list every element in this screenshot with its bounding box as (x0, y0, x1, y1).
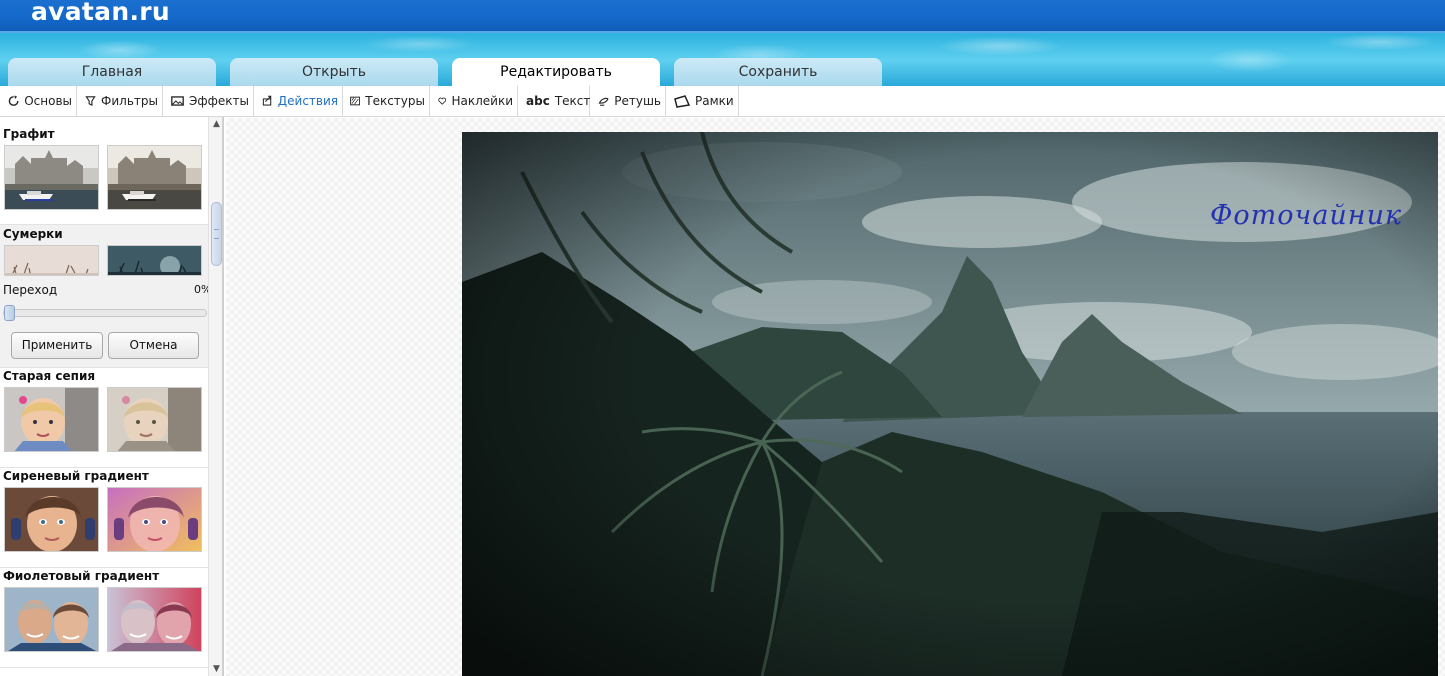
group-title-old-sepia: Старая сепия (3, 369, 96, 383)
group-title-graphite: Графит (3, 127, 55, 141)
effect-thumb-twilight-1[interactable] (4, 245, 99, 276)
effect-thumb-sepia-2[interactable] (107, 387, 202, 452)
tool-retouch[interactable]: Ретушь (594, 86, 666, 116)
group-title-twilight: Сумерки (3, 227, 63, 241)
editor-toolbar: Основы Фильтры Эффекты Действия Текстуры… (0, 86, 1445, 117)
scroll-up-icon[interactable]: ▲ (211, 119, 222, 129)
tool-label: Рамки (695, 94, 734, 108)
effect-thumb-lilac-1[interactable] (4, 487, 99, 552)
tool-textures[interactable]: Текстуры (346, 86, 430, 116)
effect-thumb-graphite-2[interactable] (107, 145, 202, 210)
tool-label: Ретушь (614, 94, 661, 108)
tool-frames[interactable]: Рамки (670, 86, 739, 116)
heart-icon (438, 97, 447, 105)
scroll-thumb[interactable] (211, 202, 222, 266)
tool-label: Эффекты (189, 94, 249, 108)
actions-icon (262, 95, 272, 106)
tool-filters[interactable]: Фильтры (81, 86, 163, 116)
tool-label: Основы (24, 94, 72, 108)
tool-actions[interactable]: Действия (258, 86, 343, 116)
effect-thumb-violet-1[interactable] (4, 587, 99, 652)
header: avatan.ru Главная Открыть Редактировать … (0, 0, 1445, 86)
transition-label: Переход (3, 283, 58, 297)
tool-label: Действия (277, 94, 338, 108)
tool-effects[interactable]: Эффекты (167, 86, 254, 116)
panel-scrollbar[interactable]: ▲ ▼ (208, 117, 222, 676)
scroll-down-icon[interactable]: ▼ (211, 664, 222, 674)
tool-stickers[interactable]: Наклейки (434, 86, 518, 116)
effect-thumb-lilac-2[interactable] (107, 487, 202, 552)
effect-thumb-sepia-1[interactable] (4, 387, 99, 452)
cancel-button[interactable]: Отмена (108, 332, 199, 359)
group-title-violet-gradient: Фиолетовый градиент (3, 569, 160, 583)
effect-thumb-twilight-2[interactable] (107, 245, 202, 276)
tab-edit[interactable]: Редактировать (452, 58, 660, 86)
site-logo[interactable]: avatan.ru (31, 0, 170, 26)
group-title-lilac-gradient: Сиреневый градиент (3, 469, 149, 483)
tab-main[interactable]: Главная (8, 58, 216, 86)
transition-slider-track[interactable] (3, 309, 207, 317)
frame-icon (674, 95, 690, 108)
tool-label: Текст (554, 94, 591, 108)
transition-slider-handle[interactable] (4, 305, 15, 321)
tab-save[interactable]: Сохранить (674, 58, 882, 86)
tab-open[interactable]: Открыть (230, 58, 438, 86)
tool-label: Фильтры (101, 94, 158, 108)
apply-button[interactable]: Применить (11, 332, 103, 359)
texture-icon (350, 96, 361, 106)
tool-text[interactable]: abc Текст (522, 86, 590, 116)
effects-panel: Графит Сумерки Переход 0% Применить Отме… (0, 117, 224, 676)
picture-icon (171, 96, 184, 106)
effect-thumb-graphite-1[interactable] (4, 145, 99, 210)
text-abc-icon: abc (526, 94, 550, 108)
tool-basics[interactable]: Основы (4, 86, 77, 116)
signature-text: Фоточайник (1210, 200, 1403, 231)
tool-label: Наклейки (451, 94, 513, 108)
filter-icon (85, 96, 96, 107)
effect-thumb-violet-2[interactable] (107, 587, 202, 652)
tool-label: Текстуры (365, 94, 425, 108)
retouch-icon (598, 97, 609, 106)
refresh-icon (8, 95, 19, 106)
top-bar: avatan.ru (0, 0, 1445, 33)
